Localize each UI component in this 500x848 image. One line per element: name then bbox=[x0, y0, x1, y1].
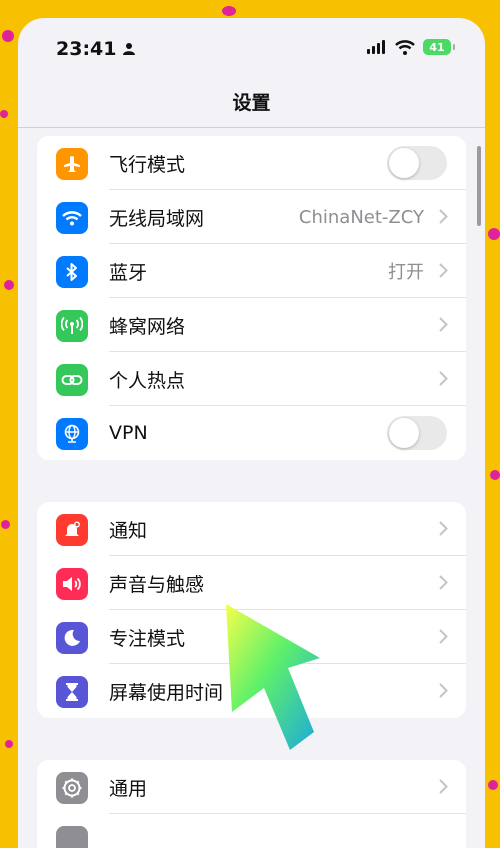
row-label: VPN bbox=[109, 422, 148, 444]
row-value: ChinaNet-ZCY bbox=[298, 206, 424, 228]
settings-row-bluetooth[interactable]: 蓝牙 打开 bbox=[37, 244, 466, 298]
toggle-knob bbox=[389, 418, 419, 448]
page-title: 设置 bbox=[232, 92, 271, 114]
chevron-right-icon bbox=[439, 521, 448, 536]
settings-row-general[interactable]: 通用 bbox=[37, 760, 466, 814]
row-label: 屏幕使用时间 bbox=[109, 681, 224, 704]
cellular-signal-icon bbox=[367, 40, 385, 54]
battery-level: 41 bbox=[429, 40, 445, 54]
gear-icon bbox=[56, 772, 88, 804]
bluetooth-icon bbox=[56, 256, 88, 288]
background-dot bbox=[490, 470, 500, 480]
background-dot bbox=[488, 780, 498, 790]
status-time: 23:41 bbox=[56, 38, 136, 60]
row-label: 通知 bbox=[109, 519, 148, 542]
airplane-icon bbox=[56, 148, 88, 180]
globe-icon bbox=[56, 418, 88, 450]
row-label: 专注模式 bbox=[109, 627, 186, 650]
general-group: 通用 bbox=[37, 760, 466, 848]
settings-row-airplane-mode[interactable]: 飞行模式 bbox=[37, 136, 466, 190]
status-bar: 23:41 41 bbox=[18, 18, 485, 78]
row-label: 通用 bbox=[109, 777, 148, 800]
settings-row-notifications[interactable]: 通知 bbox=[37, 502, 466, 556]
link-icon bbox=[56, 364, 88, 396]
hourglass-icon bbox=[56, 676, 88, 708]
nav-divider bbox=[18, 127, 485, 128]
connectivity-group: 飞行模式 无线局域网 ChinaNet-ZCY 蓝牙 打开 蜂窝网络 个人热点 … bbox=[37, 136, 466, 460]
settings-row-wlan[interactable]: 无线局域网 ChinaNet-ZCY bbox=[37, 190, 466, 244]
row-value: 打开 bbox=[388, 262, 424, 283]
speaker-icon bbox=[56, 568, 88, 600]
row-label: 蜂窝网络 bbox=[109, 315, 186, 338]
background-dot bbox=[222, 6, 236, 16]
airplane-mode-toggle[interactable] bbox=[387, 146, 447, 180]
background-dot bbox=[4, 280, 14, 290]
background-dot bbox=[2, 30, 14, 42]
background-dot bbox=[1, 520, 10, 529]
background-dot bbox=[0, 110, 8, 118]
wifi-icon bbox=[56, 202, 88, 234]
background-dot bbox=[5, 740, 13, 748]
background-dot bbox=[488, 228, 500, 240]
time-text: 23:41 bbox=[56, 38, 117, 60]
chevron-right-icon bbox=[439, 371, 448, 386]
settings-row-next[interactable] bbox=[37, 814, 466, 848]
chevron-right-icon bbox=[439, 779, 448, 794]
settings-row-icon bbox=[56, 826, 88, 848]
chevron-right-icon bbox=[439, 209, 448, 224]
toggle-knob bbox=[389, 148, 419, 178]
settings-row-hotspot[interactable]: 个人热点 bbox=[37, 352, 466, 406]
chevron-right-icon bbox=[439, 317, 448, 332]
pointer-arrow-overlay bbox=[226, 604, 320, 750]
wifi-status-icon bbox=[395, 39, 415, 55]
scrollbar[interactable] bbox=[477, 146, 481, 226]
antenna-icon bbox=[56, 310, 88, 342]
vpn-toggle[interactable] bbox=[387, 416, 447, 450]
row-label: 声音与触感 bbox=[109, 573, 205, 596]
moon-icon bbox=[56, 622, 88, 654]
settings-row-vpn[interactable]: VPN bbox=[37, 406, 466, 460]
row-label: 蓝牙 bbox=[109, 261, 148, 284]
person-icon bbox=[123, 43, 136, 55]
chevron-right-icon bbox=[439, 263, 448, 278]
status-icons: 41 bbox=[367, 39, 455, 55]
chevron-right-icon bbox=[439, 629, 448, 644]
settings-row-cellular[interactable]: 蜂窝网络 bbox=[37, 298, 466, 352]
row-label: 个人热点 bbox=[109, 369, 186, 392]
notification-bell-icon bbox=[56, 514, 88, 546]
row-label: 无线局域网 bbox=[109, 207, 205, 230]
chevron-right-icon bbox=[439, 575, 448, 590]
battery-icon: 41 bbox=[423, 39, 455, 55]
chevron-right-icon bbox=[439, 683, 448, 698]
row-label: 飞行模式 bbox=[109, 153, 186, 176]
